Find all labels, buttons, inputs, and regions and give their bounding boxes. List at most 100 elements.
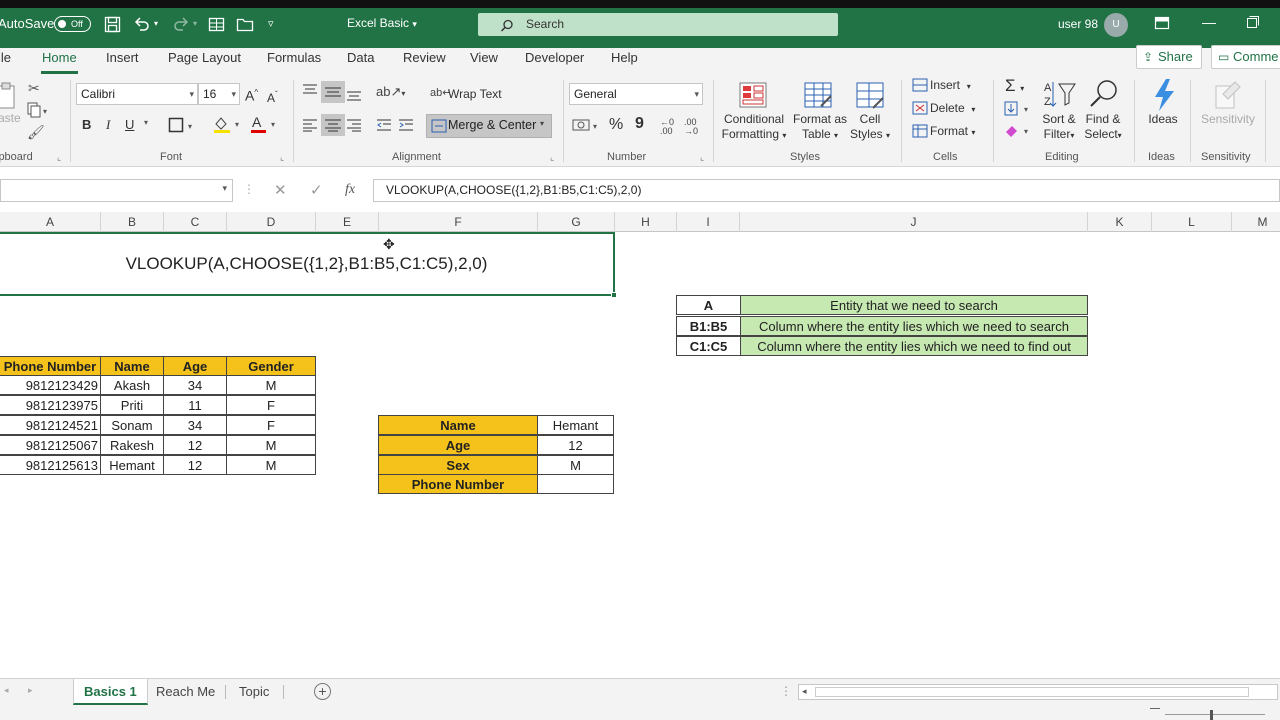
tab-home[interactable]: Home bbox=[41, 49, 78, 75]
tab-formulas[interactable]: Formulas bbox=[267, 49, 321, 75]
font-name-select[interactable]: Calibri ▾ bbox=[76, 83, 198, 105]
table-cell[interactable]: 12 bbox=[163, 455, 227, 475]
sheet-tab-basics-1[interactable]: Basics 1 bbox=[73, 679, 148, 705]
font-size-select[interactable]: 16 ▾ bbox=[198, 83, 240, 105]
alignment-launcher-icon[interactable]: ⌞ bbox=[550, 152, 554, 163]
column-header-j[interactable]: J bbox=[740, 212, 1088, 232]
lookup-label-cell[interactable]: Sex bbox=[378, 455, 538, 475]
table-cell[interactable]: 34 bbox=[163, 375, 227, 395]
splitter-grip-icon[interactable]: ⋮ bbox=[780, 684, 792, 698]
scroll-left-icon[interactable]: ◂ bbox=[4, 685, 9, 696]
zoom-out-icon[interactable] bbox=[1150, 708, 1160, 709]
tab-insert[interactable]: Insert bbox=[106, 49, 139, 75]
table-cell[interactable]: 9812125613 bbox=[0, 455, 101, 475]
lookup-label-cell[interactable]: Name bbox=[378, 415, 538, 435]
undo-icon[interactable] bbox=[133, 15, 151, 36]
table-cell[interactable]: F bbox=[226, 395, 316, 415]
table-header-cell[interactable]: Gender bbox=[226, 356, 316, 376]
column-header-c[interactable]: C bbox=[164, 212, 227, 232]
format-cells-button[interactable]: Format ▾ bbox=[930, 124, 975, 138]
table-cell[interactable]: 11 bbox=[163, 395, 227, 415]
column-header-k[interactable]: K bbox=[1088, 212, 1152, 232]
font-color-icon[interactable]: A ▾ bbox=[250, 114, 282, 137]
share-button[interactable]: ⇪ Share bbox=[1136, 45, 1202, 69]
merge-center-button[interactable]: Merge & Center ▾ bbox=[426, 114, 552, 138]
restore-icon[interactable] bbox=[1246, 15, 1260, 32]
align-top-icon[interactable] bbox=[302, 84, 318, 101]
formula-bar-grip-icon[interactable]: ⋮ bbox=[243, 182, 255, 196]
lookup-value-cell[interactable]: Hemant bbox=[537, 415, 614, 435]
lookup-label-cell[interactable]: Age bbox=[378, 435, 538, 455]
increase-font-icon[interactable]: A^ bbox=[245, 84, 258, 105]
cell-styles-button[interactable]: Cell Styles ▾ bbox=[845, 112, 895, 143]
delete-cells-button[interactable]: Delete ▾ bbox=[930, 101, 975, 115]
enter-icon[interactable]: ✓ bbox=[310, 181, 323, 199]
open-folder-icon[interactable] bbox=[236, 16, 254, 36]
sheet-tab-topic[interactable]: Topic bbox=[229, 679, 279, 705]
autosum-icon[interactable]: Σ ▾ bbox=[1005, 76, 1024, 96]
tab-help[interactable]: Help bbox=[611, 49, 638, 75]
table-cell[interactable]: 9812124521 bbox=[0, 415, 101, 435]
borders-icon[interactable]: ▾ bbox=[168, 117, 198, 136]
accounting-format-icon[interactable]: ▾ bbox=[572, 117, 602, 136]
comments-button[interactable]: ▭ Comme bbox=[1211, 45, 1280, 69]
legend-key-cell[interactable]: A bbox=[676, 295, 741, 315]
fill-color-icon[interactable]: ▾ bbox=[213, 116, 245, 137]
cut-icon[interactable]: ✂ bbox=[28, 80, 40, 97]
format-painter-icon[interactable]: 🖌 bbox=[27, 124, 45, 141]
comma-style-icon[interactable]: 9 bbox=[635, 115, 644, 133]
scrollbar-thumb[interactable] bbox=[815, 687, 1249, 697]
lookup-label-cell[interactable]: Phone Number bbox=[378, 474, 538, 494]
table-cell[interactable]: Hemant bbox=[100, 455, 164, 475]
font-launcher-icon[interactable]: ⌞ bbox=[280, 152, 284, 163]
table-cell[interactable]: Rakesh bbox=[100, 435, 164, 455]
format-as-table-icon[interactable] bbox=[803, 80, 835, 112]
sheet-tab-reach-me[interactable]: Reach Me bbox=[146, 679, 225, 705]
increase-indent-icon[interactable] bbox=[398, 118, 414, 135]
find-select-icon[interactable] bbox=[1088, 78, 1120, 110]
scroll-right-icon[interactable]: ▸ bbox=[28, 685, 33, 696]
align-left-icon[interactable] bbox=[302, 118, 318, 135]
legend-desc-cell[interactable]: Column where the entity lies which we ne… bbox=[740, 316, 1088, 336]
scroll-left-arrow-icon[interactable]: ◂ bbox=[802, 686, 807, 697]
formula-input[interactable]: VLOOKUP(A,CHOOSE({1,2},B1:B5,C1:C5),2,0) bbox=[373, 179, 1280, 202]
table-cell[interactable]: 34 bbox=[163, 415, 227, 435]
tab-data[interactable]: Data bbox=[347, 49, 374, 75]
column-header-i[interactable]: I bbox=[677, 212, 740, 232]
sort-filter-icon[interactable]: AZ bbox=[1043, 78, 1076, 110]
table-cell[interactable]: F bbox=[226, 415, 316, 435]
column-header-e[interactable]: E bbox=[316, 212, 379, 232]
fill-icon[interactable]: ▾ bbox=[1004, 101, 1036, 120]
legend-desc-cell[interactable]: Entity that we need to search bbox=[740, 295, 1088, 315]
add-sheet-button[interactable]: + bbox=[314, 683, 331, 700]
table-header-cell[interactable]: Name bbox=[100, 356, 164, 376]
document-title[interactable]: Excel Basic ▾ bbox=[347, 16, 417, 30]
table-cell[interactable]: M bbox=[226, 435, 316, 455]
user-name[interactable]: user 98 bbox=[1058, 17, 1098, 31]
ideas-icon[interactable] bbox=[1150, 78, 1182, 111]
sensitivity-icon[interactable] bbox=[1213, 78, 1245, 110]
column-header-m[interactable]: M bbox=[1232, 212, 1280, 232]
sort-filter-button[interactable]: Sort & Filter▾ bbox=[1036, 112, 1082, 143]
lookup-value-cell[interactable] bbox=[537, 474, 614, 494]
insert-cells-button[interactable]: Insert ▾ bbox=[930, 78, 971, 92]
ideas-button[interactable]: Ideas bbox=[1143, 112, 1183, 127]
table-cell[interactable]: 12 bbox=[163, 435, 227, 455]
column-header-d[interactable]: D bbox=[227, 212, 316, 232]
align-right-icon[interactable] bbox=[346, 118, 362, 135]
decrease-decimal-icon[interactable]: .00 →0 bbox=[684, 118, 698, 136]
bold-button[interactable]: B bbox=[82, 116, 91, 134]
redo-dropdown-icon[interactable]: ▾ bbox=[193, 16, 197, 32]
align-bottom-icon[interactable] bbox=[346, 88, 362, 105]
table-cell[interactable]: M bbox=[226, 455, 316, 475]
tab-page-layout[interactable]: Page Layout bbox=[168, 49, 241, 75]
table-cell[interactable]: 9812123975 bbox=[0, 395, 101, 415]
zoom-slider-thumb[interactable] bbox=[1210, 710, 1213, 720]
redo-icon[interactable] bbox=[172, 15, 190, 36]
avatar[interactable]: U bbox=[1104, 13, 1128, 37]
table-header-cell[interactable]: Age bbox=[163, 356, 227, 376]
autosave-toggle[interactable]: Off bbox=[54, 16, 91, 32]
table-cell[interactable]: M bbox=[226, 375, 316, 395]
tab-view[interactable]: View bbox=[470, 49, 498, 75]
ribbon-display-icon[interactable] bbox=[1154, 16, 1170, 33]
